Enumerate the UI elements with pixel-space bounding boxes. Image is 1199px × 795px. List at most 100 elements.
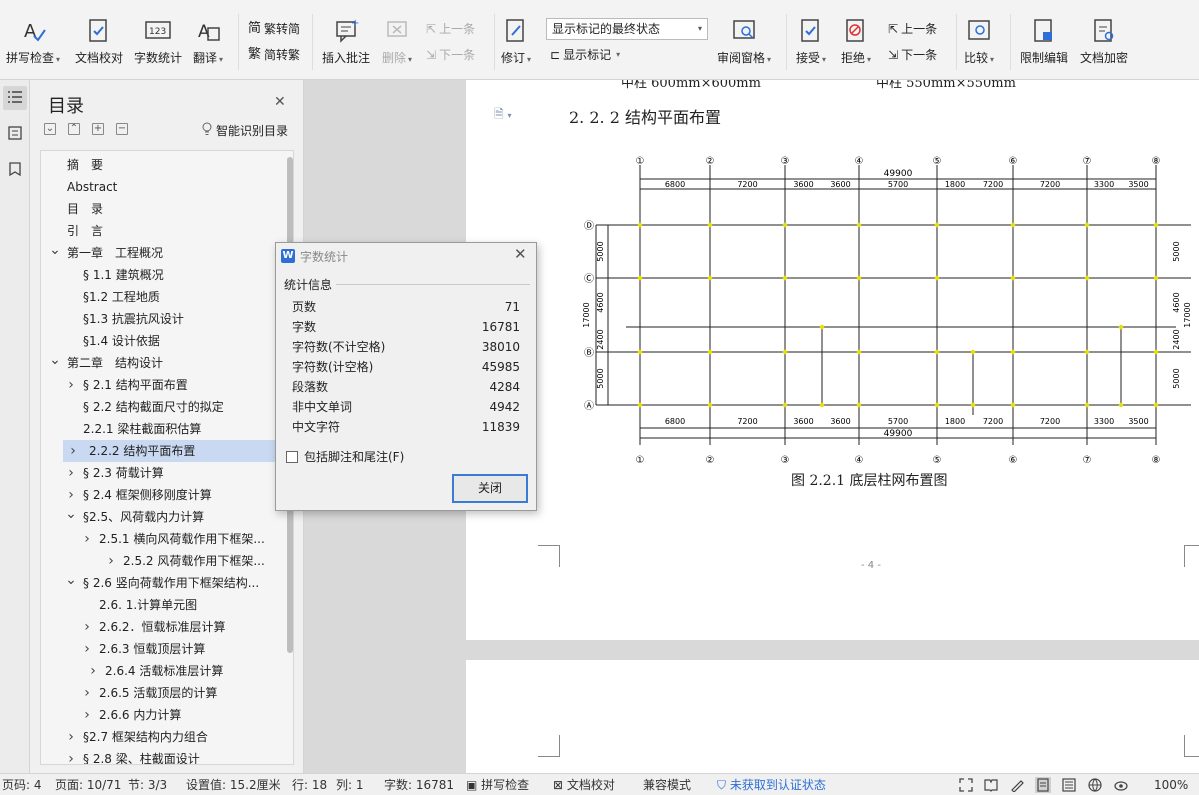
toc-item[interactable]: ⌄ §2.5、风荷载内力计算	[41, 506, 281, 528]
toc-item[interactable]: ⌄ § 2.6 竖向荷载作用下框架结构...	[41, 572, 281, 594]
chevron-right-icon[interactable]: ›	[65, 462, 77, 484]
pen-icon[interactable]	[1009, 777, 1025, 793]
status-page[interactable]: 页面: 10/71	[55, 777, 121, 793]
expand-up-icon[interactable]: ⌃	[68, 123, 80, 135]
web-view-icon[interactable]	[1087, 777, 1103, 793]
chevron-down-icon[interactable]: ⌄	[49, 242, 61, 261]
trad-to-simp-button[interactable]: 简繁转简	[248, 20, 300, 38]
toc-item[interactable]: 目 录	[41, 198, 281, 220]
revise-button[interactable]: 修订 ▾	[501, 18, 531, 72]
smart-toc-button[interactable]: 智能识别目录	[202, 122, 288, 139]
chevron-right-icon[interactable]: ›	[81, 528, 93, 550]
bookmark-rail-button[interactable]	[3, 158, 27, 182]
close-icon[interactable]: ✕	[274, 94, 286, 110]
outline-view-icon[interactable]	[1061, 777, 1077, 793]
dimension-span: 3300	[1094, 180, 1114, 189]
show-markup-button[interactable]: ⊏ 显示标记 ▾	[550, 46, 620, 64]
toc-item[interactable]: › § 2.4 框架侧移刚度计算	[41, 484, 281, 506]
toc-item[interactable]: 摘 要	[41, 154, 281, 176]
chevron-right-icon[interactable]: ›	[67, 440, 79, 462]
eye-protect-icon[interactable]	[1113, 777, 1129, 793]
prev-comment-button[interactable]: ⇱ 上一条	[426, 20, 475, 38]
zoom-level[interactable]: 100%	[1154, 777, 1188, 793]
toc-item[interactable]: › §2.7 框架结构内力组合	[41, 726, 281, 748]
status-doc-proof[interactable]: ⊠ 文档校对	[553, 777, 615, 793]
toc-item[interactable]: › § 2.3 荷载计算	[41, 462, 281, 484]
page-view-icon[interactable]	[1035, 777, 1051, 793]
chevron-right-icon[interactable]: ›	[65, 484, 77, 506]
toc-item[interactable]: ⌄ 第一章 工程概况	[41, 242, 281, 264]
toc-item[interactable]: §1.4 设计依据	[41, 330, 281, 352]
add-heading-icon[interactable]: +	[92, 123, 104, 135]
toc-item[interactable]: ⌄ 第二章 结构设计	[41, 352, 281, 374]
toc-item[interactable]: › 2.6.2．恒载标准层计算	[41, 616, 281, 638]
chevron-right-icon[interactable]: ›	[81, 704, 93, 726]
remove-heading-icon[interactable]: −	[116, 123, 128, 135]
restrict-edit-button[interactable]: 限制编辑	[1020, 18, 1068, 72]
compare-button[interactable]: 比较 ▾	[964, 18, 994, 72]
insert-comment-button[interactable]: + 插入批注	[322, 18, 370, 72]
chevron-down-icon[interactable]: ⌄	[65, 506, 77, 525]
accept-button[interactable]: 接受 ▾	[796, 18, 826, 72]
column-dot	[1153, 222, 1159, 228]
word-count-button[interactable]: 123 字数统计	[134, 18, 182, 72]
toc-item-label: § 1.1 建筑概况	[83, 268, 164, 282]
toc-rail-button[interactable]	[3, 86, 27, 110]
doc-proof-button[interactable]: 文档校对	[75, 18, 123, 72]
toc-item[interactable]: §1.3 抗震抗风设计	[41, 308, 281, 330]
chevron-right-icon[interactable]: ›	[65, 726, 77, 748]
chevron-right-icon[interactable]: ›	[81, 638, 93, 660]
toc-item[interactable]: › § 2.1 结构平面布置	[41, 374, 281, 396]
close-button[interactable]: 关闭	[452, 474, 528, 503]
toc-item[interactable]: §1.2 工程地质	[41, 286, 281, 308]
doc-encrypt-button[interactable]: 文档加密	[1080, 18, 1128, 72]
chevron-down-icon[interactable]: ⌄	[65, 572, 77, 591]
show-markup-icon: ⊏	[550, 48, 561, 62]
close-icon[interactable]: ✕	[514, 245, 527, 263]
simp-to-trad-button[interactable]: 繁简转繁	[248, 46, 300, 64]
toc-item[interactable]: › 2.5.2 风荷载作用下框架...	[41, 550, 281, 572]
chapter-rail-button[interactable]	[3, 122, 27, 146]
chevron-right-icon[interactable]: ›	[105, 550, 117, 572]
chevron-right-icon[interactable]: ›	[87, 660, 99, 682]
collapse-all-icon[interactable]: ⌄	[44, 123, 56, 135]
toc-item[interactable]: § 2.2 结构截面尺寸的拟定	[41, 396, 281, 418]
read-mode-icon[interactable]	[983, 777, 999, 793]
markup-state-select[interactable]: 显示标记的最终状态 ▾	[546, 18, 708, 40]
next-comment-button[interactable]: ⇲ 下一条	[426, 46, 475, 64]
prev-change-button[interactable]: ⇱ 上一条	[888, 20, 937, 38]
dimension-span: 7200	[983, 417, 1003, 426]
fullscreen-icon[interactable]	[958, 777, 974, 793]
toc-item[interactable]: Abstract	[41, 176, 281, 198]
toc-item[interactable]: › 2.6.4 活载标准层计算	[41, 660, 281, 682]
spell-check-button[interactable]: A 拼写检查 ▾	[6, 18, 60, 72]
next-change-button[interactable]: ⇲ 下一条	[888, 46, 937, 64]
chevron-down-icon[interactable]: ⌄	[49, 352, 61, 371]
status-spell-check[interactable]: ▣ 拼写检查	[466, 777, 529, 793]
toc-item[interactable]: › 2.6.3 恒载顶层计算	[41, 638, 281, 660]
toc-item[interactable]: › § 2.8 梁、柱截面设计	[41, 748, 281, 764]
chevron-right-icon[interactable]: ›	[65, 748, 77, 764]
toc-item[interactable]: 2.2.1 梁柱截面积估算	[41, 418, 281, 440]
chevron-right-icon[interactable]: ›	[81, 682, 93, 704]
toc-item[interactable]: 2.6. 1.计算单元图	[41, 594, 281, 616]
status-cert[interactable]: ⛉ 未获取到认证状态	[717, 777, 826, 793]
toc-item[interactable]: § 1.1 建筑概况	[41, 264, 281, 286]
row-label: Ⓒ	[584, 273, 594, 285]
toc-item[interactable]: › 2.6.6 内力计算	[41, 704, 281, 726]
toc-item[interactable]: › 2.6.5 活载顶层的计算	[41, 682, 281, 704]
checkbox-box[interactable]	[286, 450, 298, 463]
review-pane-button[interactable]: 审阅窗格 ▾	[717, 18, 771, 72]
delete-comment-button[interactable]: 删除 ▾	[382, 18, 412, 72]
chevron-right-icon[interactable]: ›	[65, 374, 77, 396]
reject-button[interactable]: 拒绝 ▾	[841, 18, 871, 72]
paragraph-icon[interactable]: 🗎 ▾	[494, 105, 511, 126]
chevron-right-icon[interactable]: ›	[81, 616, 93, 638]
status-setting: 设置值: 15.2厘米	[186, 778, 281, 792]
toc-item[interactable]: › 2.2.2 结构平面布置	[63, 440, 281, 462]
toc-item[interactable]: 引 言	[41, 220, 281, 242]
include-footnotes-checkbox[interactable]: 包括脚注和尾注(F)	[286, 448, 404, 465]
status-word-count[interactable]: 字数: 16781	[384, 777, 454, 793]
toc-item[interactable]: › 2.5.1 横向风荷载作用下框架...	[41, 528, 281, 550]
translate-button[interactable]: A 翻译 ▾	[193, 18, 223, 72]
